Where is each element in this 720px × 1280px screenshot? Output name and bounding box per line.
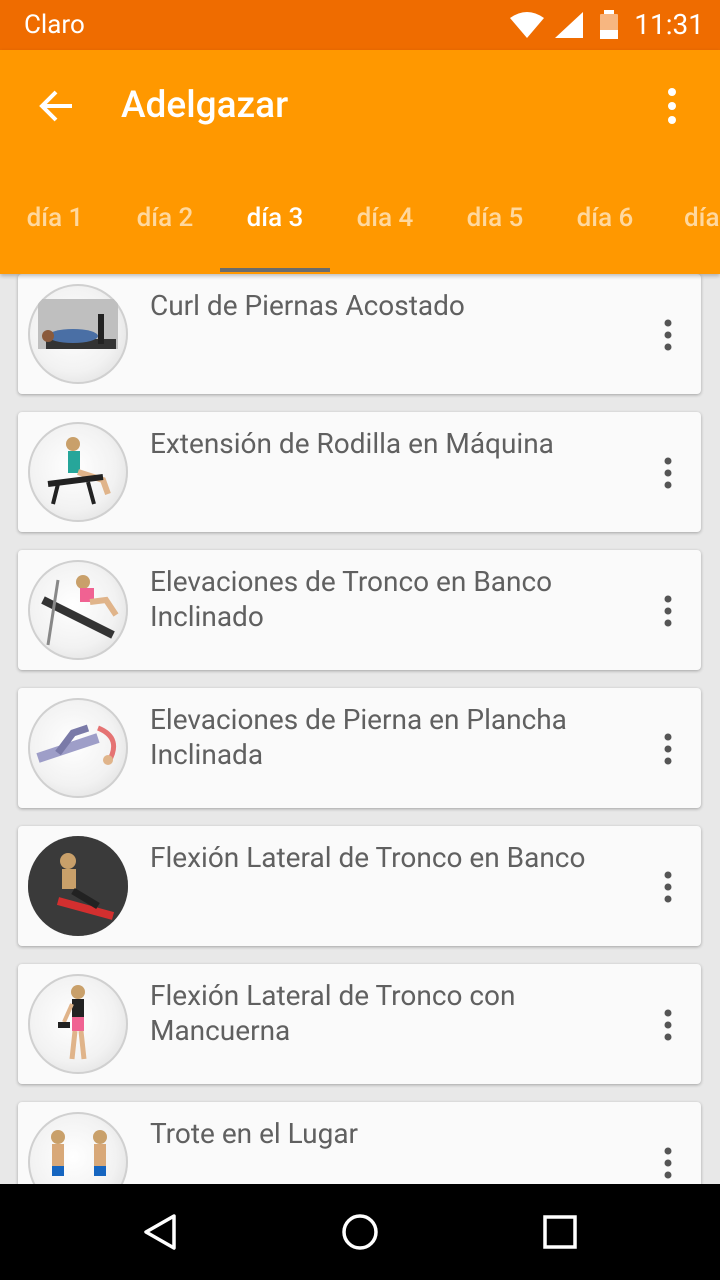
tab-dia-6[interactable]: día 6 xyxy=(550,200,660,274)
status-bar: Claro 11:31 xyxy=(0,0,720,50)
exercise-card[interactable]: Elevaciones de Pierna en Plancha Inclina… xyxy=(18,688,701,808)
tab-dia-7[interactable]: día xyxy=(660,200,720,274)
more-vert-icon[interactable] xyxy=(658,1008,678,1042)
clock: 11:31 xyxy=(634,8,704,41)
more-vert-icon[interactable] xyxy=(658,594,678,628)
more-vert-icon[interactable] xyxy=(658,732,678,766)
exercise-thumbnail xyxy=(28,974,128,1074)
system-navigation-bar xyxy=(0,1184,720,1280)
exercise-thumbnail xyxy=(28,698,128,798)
exercise-name: Extensión de Rodilla en Máquina xyxy=(150,427,554,460)
exercise-name: Flexión Lateral de Tronco en Banco xyxy=(150,841,586,874)
exercise-thumbnail xyxy=(28,1112,128,1184)
page-title: Adelgazar xyxy=(121,84,289,127)
battery-icon xyxy=(598,10,620,44)
tab-dia-1[interactable]: día 1 xyxy=(0,200,110,274)
wifi-icon xyxy=(508,10,546,44)
more-vert-icon[interactable] xyxy=(658,1146,678,1180)
exercise-thumbnail xyxy=(28,560,128,660)
exercise-card[interactable]: Trote en el Lugar xyxy=(18,1102,701,1184)
exercise-thumbnail xyxy=(28,836,128,936)
exercise-thumbnail xyxy=(28,422,128,522)
exercise-card[interactable]: Curl de Piernas Acostado xyxy=(18,274,701,394)
more-vert-icon[interactable] xyxy=(658,456,678,490)
tab-dia-3[interactable]: día 3 xyxy=(220,200,330,274)
exercise-name: Elevaciones de Tronco en Banco Inclinado xyxy=(150,565,553,633)
tab-indicator xyxy=(220,268,330,272)
tab-dia-4[interactable]: día 4 xyxy=(330,200,440,274)
exercise-card[interactable]: Flexión Lateral de Tronco con Mancuerna xyxy=(18,964,701,1084)
signal-icon xyxy=(553,10,585,44)
tab-dia-5[interactable]: día 5 xyxy=(440,200,550,274)
triangle-back-icon[interactable] xyxy=(140,1212,180,1252)
tab-dia-2[interactable]: día 2 xyxy=(110,200,220,274)
exercise-name: Trote en el Lugar xyxy=(150,1117,359,1150)
more-vert-icon[interactable] xyxy=(658,318,678,352)
exercise-card[interactable]: Flexión Lateral de Tronco en Banco xyxy=(18,826,701,946)
exercise-name: Elevaciones de Pierna en Plancha Inclina… xyxy=(150,703,567,771)
exercise-card[interactable]: Extensión de Rodilla en Máquina xyxy=(18,412,701,532)
more-vert-icon[interactable] xyxy=(660,86,684,126)
more-vert-icon[interactable] xyxy=(658,870,678,904)
square-recents-icon[interactable] xyxy=(540,1212,580,1252)
circle-home-icon[interactable] xyxy=(340,1212,380,1252)
exercise-name: Curl de Piernas Acostado xyxy=(150,289,465,322)
arrow-back-icon[interactable] xyxy=(36,86,76,126)
exercise-list: Curl de Piernas Acostado Extensión de Ro… xyxy=(0,274,720,1184)
exercise-card[interactable]: Elevaciones de Tronco en Banco Inclinado xyxy=(18,550,701,670)
app-bar: Adelgazar día 1 día 2 día 3 día 4 día 5 … xyxy=(0,50,720,274)
exercise-name: Flexión Lateral de Tronco con Mancuerna xyxy=(150,979,516,1047)
carrier-name: Claro xyxy=(24,10,85,40)
day-tabs: día 1 día 2 día 3 día 4 día 5 día 6 día xyxy=(0,200,720,274)
exercise-thumbnail xyxy=(28,284,128,384)
